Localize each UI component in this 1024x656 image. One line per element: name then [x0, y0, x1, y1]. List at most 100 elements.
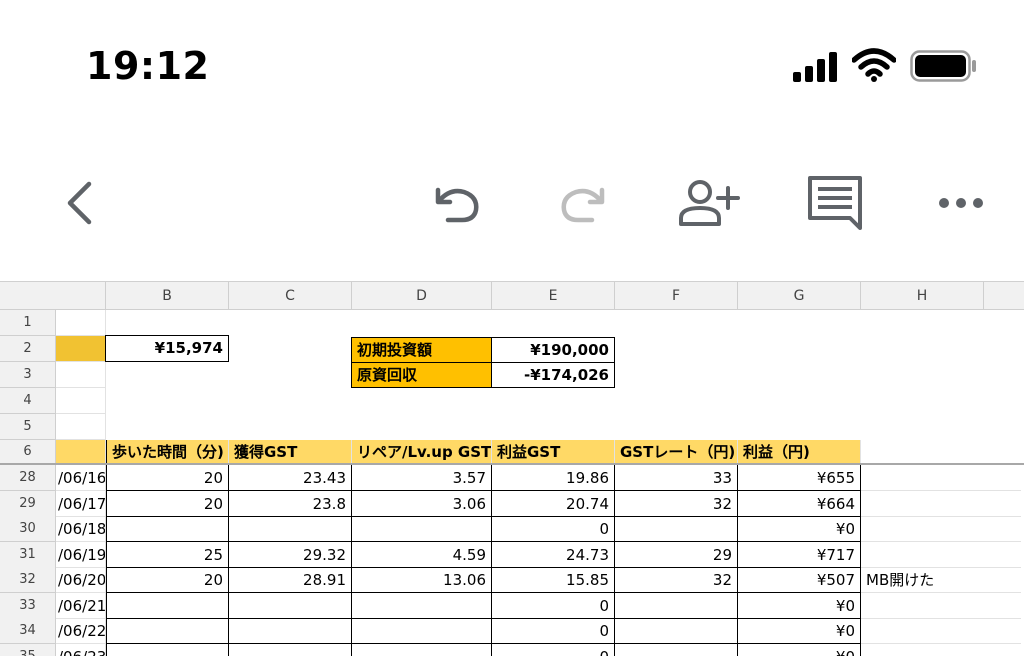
cell-profit-yen[interactable]: ¥664 [738, 491, 861, 517]
cell-note[interactable] [861, 618, 1021, 644]
cell-gst-rate[interactable]: 29 [615, 542, 738, 568]
column-header-b[interactable]: B [106, 282, 229, 310]
cell-date[interactable]: /06/22 [56, 618, 106, 644]
column-header-e[interactable]: E [492, 282, 615, 310]
row-header-6[interactable]: 6 [0, 440, 56, 464]
cell-date[interactable]: /06/23 [56, 644, 106, 656]
cell-walk-time[interactable] [106, 618, 229, 644]
row-header-4[interactable]: 4 [0, 388, 56, 414]
cell-profit-yen[interactable]: ¥0 [738, 516, 861, 542]
cell-walk-time[interactable]: 20 [106, 465, 229, 491]
cell-repair-gst[interactable] [352, 644, 492, 656]
comment-icon[interactable] [806, 174, 864, 230]
column-header-g[interactable]: G [738, 282, 861, 310]
cell-gst-earned[interactable] [229, 593, 352, 619]
cell-profit-gst[interactable]: 24.73 [492, 542, 615, 568]
cell-a4[interactable] [56, 388, 106, 414]
column-header-d[interactable]: D [352, 282, 492, 310]
cell-gst-rate[interactable] [615, 516, 738, 542]
cell-gst-rate[interactable] [615, 593, 738, 619]
cell-walk-time[interactable]: 20 [106, 491, 229, 517]
more-icon[interactable] [936, 190, 986, 216]
cell-profit-yen[interactable]: ¥507 [738, 567, 861, 593]
cell-date[interactable]: /06/19 [56, 542, 106, 568]
header-cell-gst-earned[interactable]: 獲得GST [229, 440, 352, 464]
cell-profit-gst[interactable]: 0 [492, 516, 615, 542]
cell-note[interactable] [861, 491, 1021, 517]
cell-profit-yen[interactable]: ¥0 [738, 593, 861, 619]
row-header[interactable]: 29 [0, 491, 56, 517]
row-header-5[interactable]: 5 [0, 414, 56, 440]
cell-note[interactable] [861, 644, 1021, 656]
cell-walk-time[interactable]: 25 [106, 542, 229, 568]
cell-repair-gst[interactable]: 13.06 [352, 567, 492, 593]
cell-gst-rate[interactable]: 32 [615, 491, 738, 517]
row-header[interactable]: 33 [0, 593, 56, 619]
cell-walk-time[interactable] [106, 516, 229, 542]
cell-walk-time[interactable] [106, 593, 229, 619]
column-header-c[interactable]: C [229, 282, 352, 310]
cell-b2[interactable]: ¥15,974 [105, 335, 229, 362]
cell-d3-label[interactable]: 原資回収 [351, 362, 492, 388]
cell-date[interactable]: /06/16 [56, 465, 106, 491]
column-header-i[interactable] [984, 282, 1024, 310]
cell-note[interactable] [861, 516, 1021, 542]
cell-repair-gst[interactable]: 3.06 [352, 491, 492, 517]
cell-repair-gst[interactable] [352, 516, 492, 542]
row-header-1[interactable]: 1 [0, 310, 56, 336]
cell-gst-earned[interactable]: 23.43 [229, 465, 352, 491]
undo-icon[interactable] [432, 180, 484, 226]
header-cell-a[interactable] [56, 440, 106, 464]
row-header[interactable]: 31 [0, 542, 56, 568]
back-icon[interactable] [62, 180, 96, 226]
cell-e3-value[interactable]: -¥174,026 [491, 362, 615, 388]
header-cell-walk-time[interactable]: 歩いた時間（分) [106, 440, 229, 464]
cell-gst-earned[interactable]: 23.8 [229, 491, 352, 517]
cell-gst-rate[interactable] [615, 644, 738, 656]
cell-d2-label[interactable]: 初期投資額 [351, 337, 492, 363]
cell-e2-value[interactable]: ¥190,000 [491, 337, 615, 363]
row-header[interactable]: 34 [0, 618, 56, 644]
cell-date[interactable]: /06/18 [56, 516, 106, 542]
add-person-icon[interactable] [678, 178, 740, 228]
cell-note[interactable] [861, 542, 1021, 568]
row-header[interactable]: 28 [0, 465, 56, 491]
cell-gst-rate[interactable]: 33 [615, 465, 738, 491]
spreadsheet-grid[interactable]: B C D E F G H 1 2 3 4 5 6 ¥15,974 初期投資額 … [0, 281, 1024, 656]
cell-date[interactable]: /06/20 [56, 567, 106, 593]
cell-profit-gst[interactable]: 0 [492, 644, 615, 656]
cell-date[interactable]: /06/17 [56, 491, 106, 517]
row-header-3[interactable]: 3 [0, 362, 56, 388]
cell-date[interactable]: /06/21 [56, 593, 106, 619]
cell-repair-gst[interactable]: 3.57 [352, 465, 492, 491]
cell-note[interactable] [861, 593, 1021, 619]
cell-profit-gst[interactable]: 19.86 [492, 465, 615, 491]
cell-note[interactable]: MB開けた [861, 567, 1021, 593]
row-header[interactable]: 32 [0, 567, 56, 593]
header-cell-repair-gst[interactable]: リペア/Lv.up GST [352, 440, 492, 464]
cell-walk-time[interactable] [106, 644, 229, 656]
cell-gst-rate[interactable]: 32 [615, 567, 738, 593]
cell-walk-time[interactable]: 20 [106, 567, 229, 593]
cell-a5[interactable] [56, 414, 106, 440]
row-header[interactable]: 30 [0, 516, 56, 542]
cell-gst-earned[interactable]: 29.32 [229, 542, 352, 568]
cell-profit-yen[interactable]: ¥717 [738, 542, 861, 568]
cell-profit-gst[interactable]: 20.74 [492, 491, 615, 517]
cell-profit-yen[interactable]: ¥655 [738, 465, 861, 491]
header-cell-profit-gst[interactable]: 利益GST [492, 440, 615, 464]
row-header-2[interactable]: 2 [0, 336, 56, 362]
cell-repair-gst[interactable]: 4.59 [352, 542, 492, 568]
cell-repair-gst[interactable] [352, 618, 492, 644]
cell-repair-gst[interactable] [352, 593, 492, 619]
cell-profit-gst[interactable]: 0 [492, 593, 615, 619]
cell-a3[interactable] [56, 362, 106, 388]
column-header-f[interactable]: F [615, 282, 738, 310]
cell-a2[interactable] [56, 336, 106, 362]
cell-gst-earned[interactable] [229, 516, 352, 542]
cell-profit-yen[interactable]: ¥0 [738, 618, 861, 644]
cell-gst-rate[interactable] [615, 618, 738, 644]
select-all-corner[interactable] [0, 282, 106, 310]
cell-gst-earned[interactable]: 28.91 [229, 567, 352, 593]
cell-profit-gst[interactable]: 15.85 [492, 567, 615, 593]
